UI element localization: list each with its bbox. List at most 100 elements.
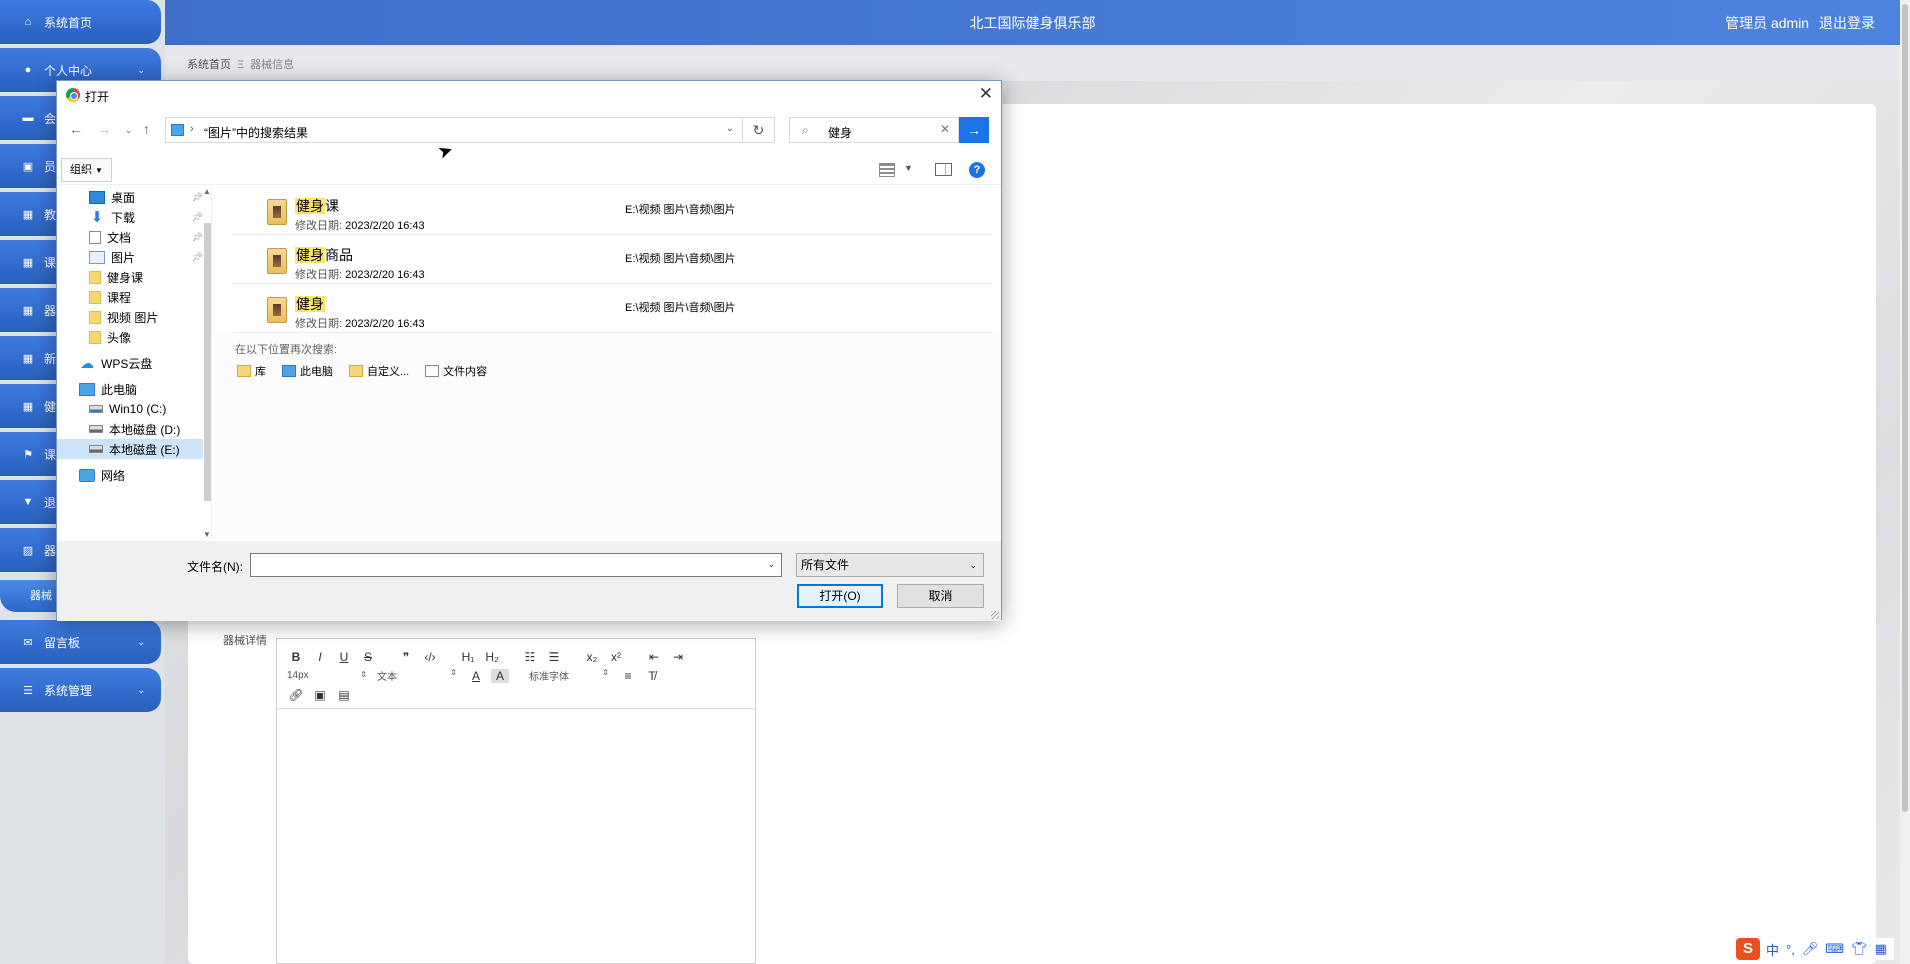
scroll-up-icon[interactable]: ▲ — [203, 187, 211, 196]
heading1-icon[interactable]: H₁ — [459, 650, 477, 664]
search-box[interactable]: ⌕ 健身 ✕ — [789, 117, 959, 143]
recent-dropdown-icon[interactable]: ⌄ — [125, 125, 133, 136]
breadcrumb-home[interactable]: 系统首页 — [187, 59, 231, 71]
forward-icon[interactable]: → — [97, 121, 111, 137]
chevron-down-icon[interactable]: ⌄ — [767, 559, 775, 570]
tree-item-this-pc[interactable]: 此电脑 — [79, 379, 137, 399]
help-icon[interactable]: ? — [969, 162, 985, 178]
view-options-icon[interactable] — [879, 163, 895, 177]
code-icon[interactable]: ‹/› — [421, 650, 439, 664]
subscript-icon[interactable]: x₂ — [583, 650, 601, 664]
search-again-file-content[interactable]: 文件内容 — [425, 363, 487, 379]
tree-item-courses[interactable]: 课程 — [89, 287, 131, 307]
ordered-list-icon[interactable]: ☷ — [521, 650, 539, 664]
chevron-down-icon[interactable]: ⌄ — [726, 123, 734, 134]
sidebar-item-guestbook[interactable]: ✉ 留言板 ⌄ — [0, 620, 161, 664]
view-dropdown-icon[interactable]: ▼ — [904, 163, 913, 173]
tree-item-pictures[interactable]: 图片 📌︎ — [89, 247, 203, 267]
folder-icon — [89, 270, 101, 284]
tree-item-desktop[interactable]: 桌面 📌︎ — [89, 187, 203, 207]
paragraph-select[interactable]: 文本 ⇕ — [377, 668, 457, 683]
search-again-custom[interactable]: 自定义... — [349, 363, 409, 379]
tree-item-network[interactable]: 网络 — [79, 465, 125, 485]
strike-icon[interactable]: S — [359, 650, 377, 664]
microphone-icon[interactable]: 🎤︎ — [1802, 941, 1819, 957]
tree-item-drive-d[interactable]: 本地磁盘 (D:) — [89, 419, 180, 439]
tree-item-video-pictures[interactable]: 视频 图片 — [89, 307, 158, 327]
tree-item-label: 本地磁盘 (E:) — [109, 442, 180, 457]
toolbar-row-3: 🔗︎ ▣ ▤ — [287, 685, 745, 704]
clear-icon[interactable]: ✕ — [940, 122, 950, 136]
open-button[interactable]: 打开(O) — [797, 584, 883, 608]
filename-input[interactable]: ⌄ — [250, 553, 782, 577]
toolbox-icon[interactable]: ▦ — [1875, 941, 1887, 957]
link-icon[interactable]: 🔗︎ — [287, 688, 305, 702]
back-icon[interactable]: ← — [69, 121, 83, 137]
clear-format-icon[interactable]: T̸ — [643, 669, 661, 683]
folder-icon — [89, 310, 101, 324]
user-area: 管理员 admin 退出登录 — [1719, 13, 1875, 33]
scroll-down-icon[interactable]: ▼ — [203, 530, 211, 539]
chrome-icon — [66, 88, 80, 102]
heading2-icon[interactable]: H₂ — [483, 650, 501, 664]
search-again-library[interactable]: 库 — [237, 363, 266, 379]
blockquote-icon[interactable]: ❞ — [397, 650, 415, 664]
filetype-select[interactable]: 所有文件 ⌄ — [796, 553, 984, 577]
drive-icon — [89, 445, 103, 453]
search-again-this-pc[interactable]: 此电脑 — [282, 363, 333, 379]
toolbar-row-2: 14px ⇕ 文本 ⇕ A A 标准字体 ⇕ ≡ T̸ — [287, 666, 745, 685]
address-bar[interactable]: › “图片”中的搜索结果 ⌄ — [165, 117, 743, 143]
navigation-scrollbar-thumb[interactable] — [204, 223, 211, 501]
resize-grip-icon[interactable] — [991, 611, 999, 619]
preview-pane-icon[interactable] — [935, 163, 952, 176]
image-icon[interactable]: ▣ — [311, 688, 329, 702]
result-row[interactable]: 健身 修改日期: 2023/2/20 16:43 E:\视频 图片\音频\图片 — [233, 285, 993, 333]
cancel-button[interactable]: 取消 — [897, 584, 984, 608]
punctuation-icon[interactable]: °, — [1786, 942, 1795, 957]
tree-item-label: WPS云盘 — [101, 356, 153, 371]
refresh-button[interactable]: ↻ — [743, 117, 775, 143]
dialog-titlebar[interactable]: 打开 ✕ — [57, 81, 1001, 109]
result-row[interactable]: 健身商品 修改日期: 2023/2/20 16:43 E:\视频 图片\音频\图… — [233, 236, 993, 284]
bullet-list-icon[interactable]: ☰ — [545, 650, 563, 664]
superscript-icon[interactable]: x² — [607, 650, 625, 664]
tree-item-avatar[interactable]: 头像 — [89, 327, 131, 347]
tree-item-downloads[interactable]: ⬇ 下载 📌︎ — [89, 207, 203, 227]
search-go-button[interactable]: → — [959, 117, 989, 143]
bold-icon[interactable]: B — [287, 650, 305, 664]
italic-icon[interactable]: I — [311, 650, 329, 664]
indent-icon[interactable]: ⇥ — [669, 650, 687, 664]
flag-icon: ⚑ — [23, 448, 33, 461]
close-icon[interactable]: ✕ — [979, 84, 993, 104]
sogou-logo-icon[interactable]: S — [1736, 938, 1760, 960]
tree-item-label: 下载 — [111, 210, 136, 225]
search-input[interactable]: 健身 — [828, 124, 852, 141]
result-row[interactable]: 健身课 修改日期: 2023/2/20 16:43 E:\视频 图片\音频\图片 — [233, 187, 993, 235]
pin-icon: ▼ — [22, 496, 34, 508]
page-scrollbar[interactable] — [1900, 0, 1910, 964]
font-color-icon[interactable]: A — [467, 669, 485, 683]
navigation-scrollbar[interactable]: ▲ ▼ — [203, 187, 212, 539]
font-size-select[interactable]: 14px ⇕ — [287, 670, 367, 681]
background-color-icon[interactable]: A — [491, 668, 509, 683]
skin-icon[interactable]: 👕︎ — [1851, 941, 1868, 957]
outdent-icon[interactable]: ⇤ — [645, 650, 663, 664]
organize-button[interactable]: 组织 ▼ — [61, 158, 112, 182]
tree-item-wps-cloud[interactable]: ☁ WPS云盘 — [79, 353, 152, 373]
sidebar-item-system[interactable]: ☰ 系统管理 ⌄ — [0, 668, 161, 712]
tree-item-fitness-course[interactable]: 健身课 — [89, 267, 143, 287]
up-icon[interactable]: ↑ — [143, 121, 150, 137]
tree-item-drive-e[interactable]: 本地磁盘 (E:) — [57, 439, 203, 459]
underline-icon[interactable]: U — [335, 650, 353, 664]
logout-link[interactable]: 退出登录 — [1819, 15, 1875, 31]
font-family-select[interactable]: 标准字体 ⇕ — [529, 668, 609, 683]
sidebar-item-home[interactable]: ⌂ 系统首页 — [0, 0, 161, 44]
keyboard-icon[interactable]: ⌨ — [1825, 941, 1844, 957]
dialog-title: 打开 — [85, 90, 110, 104]
align-icon[interactable]: ≡ — [619, 669, 637, 683]
video-icon[interactable]: ▤ — [335, 688, 353, 702]
page-scrollbar-thumb[interactable] — [1902, 4, 1908, 812]
ime-mode[interactable]: 中 — [1766, 940, 1779, 959]
tree-item-drive-c[interactable]: Win10 (C:) — [89, 399, 166, 419]
tree-item-documents[interactable]: 文档 📌︎ — [89, 227, 203, 247]
